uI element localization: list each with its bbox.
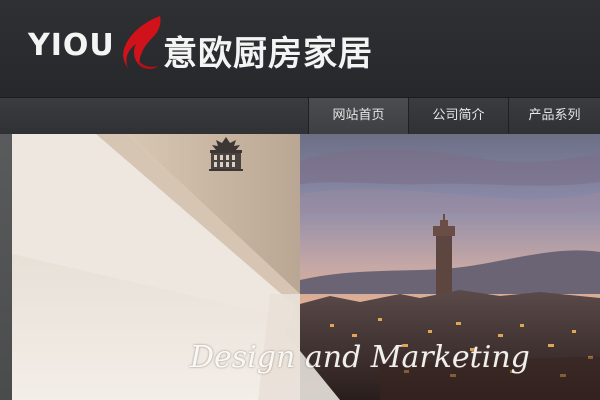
nav-item-about[interactable]: 公司简介 [408, 98, 508, 135]
banner-edge-strip [0, 134, 12, 400]
banner-slogan: Design and Marketing [190, 340, 530, 375]
site-header: YIOU 意欧厨房家居 [0, 0, 600, 97]
logo-swoosh-icon [123, 16, 161, 69]
logo-wordmark[interactable]: YIOU [28, 28, 115, 63]
nav-item-home[interactable]: 网站首页 [308, 98, 408, 135]
palazzo-facade-icon [209, 137, 243, 171]
hero-banner: Design and Marketing [0, 134, 600, 400]
brand-name: 意欧厨房家居 [163, 34, 373, 74]
main-nav: 网站首页 公司简介 产品系列 [0, 97, 600, 135]
nav-item-products[interactable]: 产品系列 [508, 98, 600, 135]
